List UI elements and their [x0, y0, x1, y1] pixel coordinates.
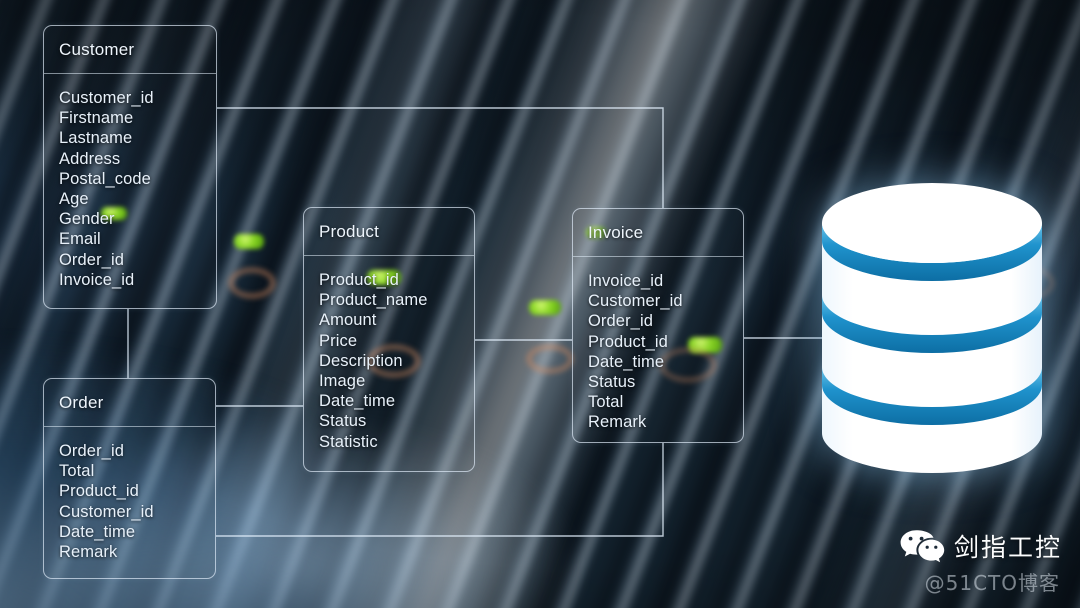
field-row: Date_time: [59, 522, 136, 541]
entity-order-fields: Order_id Total Product_id Customer_id Da…: [44, 427, 215, 574]
entity-customer[interactable]: Customer Customer_id Firstname Lastname …: [43, 25, 217, 309]
entity-customer-fields: Customer_id Firstname Lastname Address P…: [44, 74, 216, 302]
field-row: Date_time: [588, 352, 665, 371]
entity-order[interactable]: Order Order_id Total Product_id Customer…: [43, 378, 216, 579]
entity-product-title: Product: [304, 208, 474, 256]
er-diagram-screenshot: Customer Customer_id Firstname Lastname …: [0, 0, 1080, 608]
watermark: 剑指工控 @51CTO博客: [899, 528, 1062, 596]
field-row: Status: [319, 412, 367, 431]
led-indicator: [529, 300, 561, 315]
entity-invoice-title: Invoice: [573, 209, 743, 257]
field-row: Image: [319, 372, 366, 391]
field-row: Date_time: [319, 392, 396, 411]
field-row: Customer_id: [59, 502, 154, 521]
database-cylinder-icon: [818, 183, 1046, 473]
field-row: Order_id: [588, 312, 653, 331]
field-row: Invoice_id: [59, 270, 135, 289]
field-row: Product_id: [319, 271, 399, 289]
field-row: Address: [59, 149, 121, 168]
entity-customer-title: Customer: [44, 26, 216, 74]
port-ring: [527, 345, 573, 373]
field-row: Age: [59, 190, 89, 209]
field-row: Remark: [588, 413, 647, 432]
field-row: Product_name: [319, 291, 428, 310]
field-row: Total: [588, 393, 624, 412]
field-row: Order_id: [59, 250, 124, 269]
led-indicator: [234, 234, 264, 249]
field-row: Firstname: [59, 109, 134, 128]
field-row: Postal_code: [59, 169, 151, 188]
entity-invoice[interactable]: Invoice Invoice_id Customer_id Order_id …: [572, 208, 744, 443]
entity-product[interactable]: Product Product_id Product_name Amount P…: [303, 207, 475, 472]
field-row: Gender: [59, 210, 115, 229]
field-row: Lastname: [59, 129, 133, 148]
watermark-source: @51CTO博客: [924, 571, 1060, 595]
entity-order-title: Order: [44, 379, 215, 427]
field-row: Customer_id: [588, 292, 683, 311]
field-row: Statistic: [319, 432, 378, 451]
field-row: Invoice_id: [588, 272, 664, 290]
port-ring: [229, 268, 275, 298]
entity-product-fields: Product_id Product_name Amount Price Des…: [304, 256, 474, 464]
field-row: Price: [319, 331, 358, 350]
field-row: Email: [59, 230, 101, 249]
field-row: Remark: [59, 543, 118, 562]
field-row: Amount: [319, 311, 377, 330]
entity-invoice-fields: Invoice_id Customer_id Order_id Product_…: [573, 257, 743, 445]
field-row: Description: [319, 351, 403, 370]
field-row: Product_id: [59, 482, 139, 501]
field-row: Customer_id: [59, 89, 154, 107]
field-row: Order_id: [59, 442, 124, 460]
field-row: Product_id: [588, 332, 668, 351]
watermark-account-name: 剑指工控: [953, 533, 1062, 562]
field-row: Status: [588, 373, 636, 392]
field-row: Total: [59, 462, 95, 481]
wechat-icon: [900, 530, 945, 563]
